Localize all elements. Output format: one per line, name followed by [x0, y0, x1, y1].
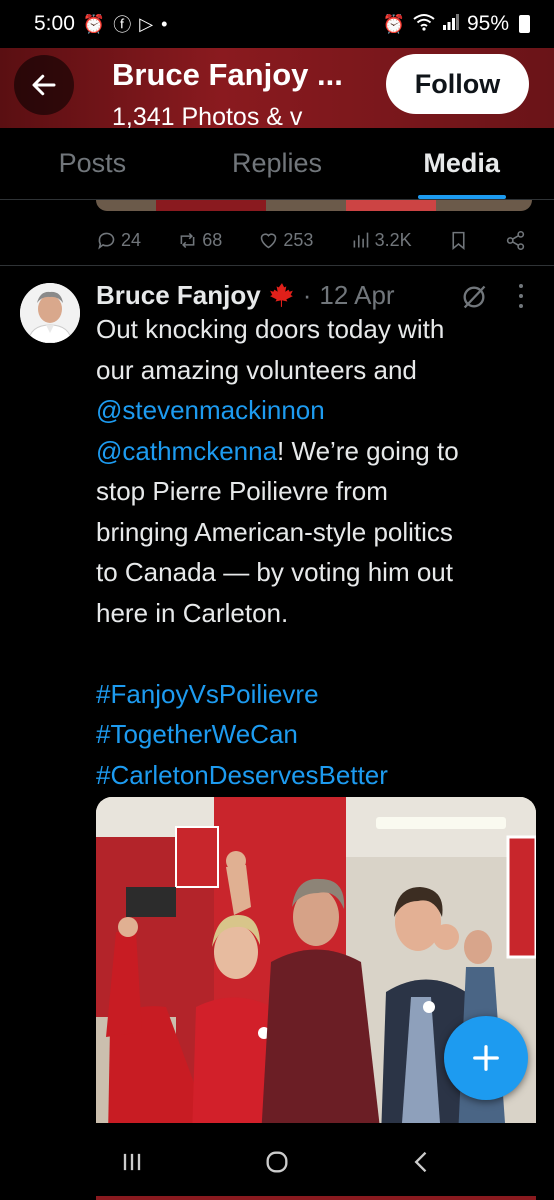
hashtag-link[interactable]: #FanjoyVsPoilievre: [96, 674, 536, 715]
plus-icon: [473, 1045, 499, 1071]
avatar-photo: [20, 283, 80, 343]
facebook-icon: ⓕ: [113, 15, 132, 35]
hashtag-link[interactable]: #TogetherWeCan: [96, 714, 536, 755]
reply-icon: [98, 232, 115, 249]
post-text-line: bringing American-style politics: [96, 516, 453, 547]
compose-button[interactable]: [444, 1016, 528, 1100]
next-media-strip: [96, 1196, 536, 1200]
status-bar: 5:00 ⏰ ⓕ ▷ • ⏰ 95%: [0, 0, 554, 48]
alarm-icon: ⏰: [382, 13, 405, 34]
status-time: 5:00: [34, 12, 75, 35]
post-text-line: Out knocking doors today with: [96, 314, 445, 344]
home-icon: [266, 1151, 288, 1172]
alarm-icon: ⏰: [82, 13, 106, 34]
back-chevron-icon: [414, 1151, 426, 1172]
previous-post-image[interactable]: [96, 200, 532, 211]
tab-media[interactable]: Media: [369, 128, 554, 199]
mention-link[interactable]: @stevenmackinnon: [96, 390, 536, 431]
bookmark-button[interactable]: [448, 230, 469, 251]
recents-icon: [124, 1153, 141, 1170]
wifi-icon: [413, 13, 435, 36]
profile-header: Bruce Fanjoy ... 1,341 Photos & v Follow: [0, 48, 554, 128]
recents-button[interactable]: [102, 1132, 162, 1192]
post-text-line: stop Pierre Poilievre from: [96, 476, 388, 506]
more-options-icon[interactable]: [514, 281, 528, 311]
views-icon: [353, 232, 368, 247]
post-text-segment: ! We’re going to: [277, 435, 459, 466]
profile-tabs: Posts Replies Media: [0, 128, 554, 200]
signal-icon: [442, 13, 459, 35]
back-arrow-icon: [32, 74, 56, 96]
post-date[interactable]: 12 Apr: [319, 280, 394, 311]
hashtag-link[interactable]: #CarletonDeservesBetter: [96, 755, 536, 796]
post-text-line: here in Carleton.: [96, 597, 289, 628]
heart-icon: [261, 232, 277, 248]
follow-button[interactable]: Follow: [386, 54, 529, 114]
battery-percent: 95%: [466, 12, 509, 35]
post-separator: ·: [302, 279, 312, 310]
battery-icon: [519, 15, 530, 33]
like-count: 253: [283, 229, 314, 250]
back-nav-button[interactable]: [392, 1132, 452, 1192]
post-divider: [0, 265, 554, 266]
bookmark-icon: [452, 231, 465, 250]
repost-button[interactable]: 68: [177, 230, 222, 251]
system-nav-bar: [0, 1123, 554, 1200]
repost-icon: [180, 232, 195, 248]
grok-icon[interactable]: [460, 283, 488, 311]
like-button[interactable]: 253: [258, 230, 313, 251]
media-count: 1,341 Photos & v: [112, 103, 303, 128]
maple-leaf-icon: [269, 283, 293, 307]
post-header: Bruce Fanjoy · 12 Apr: [96, 278, 395, 312]
views-button[interactable]: 3.2K: [350, 230, 412, 251]
share-button[interactable]: [505, 230, 526, 251]
view-count: 3.2K: [374, 229, 412, 250]
previous-post-actions: 24 68 253 3.2K: [96, 222, 526, 258]
reply-count: 24: [121, 229, 142, 250]
repost-count: 68: [202, 229, 223, 250]
avatar[interactable]: [20, 283, 80, 343]
back-button[interactable]: [14, 55, 74, 115]
tab-replies[interactable]: Replies: [185, 128, 370, 199]
profile-name: Bruce Fanjoy ...: [112, 57, 343, 92]
post-text-line: our amazing volunteers and: [96, 354, 417, 385]
notification-dot: •: [161, 13, 168, 34]
tab-posts[interactable]: Posts: [0, 128, 185, 199]
post-text-line: to Canada — by voting him out: [96, 557, 453, 587]
share-icon: [506, 230, 525, 250]
home-button[interactable]: [247, 1132, 307, 1192]
reply-button[interactable]: 24: [96, 230, 141, 251]
post-text: Out knocking doors today with our amazin…: [96, 309, 536, 795]
author-name[interactable]: Bruce Fanjoy: [96, 280, 261, 311]
play-icon: ▷: [139, 13, 154, 34]
mention-link[interactable]: @cathmckenna: [96, 436, 277, 466]
